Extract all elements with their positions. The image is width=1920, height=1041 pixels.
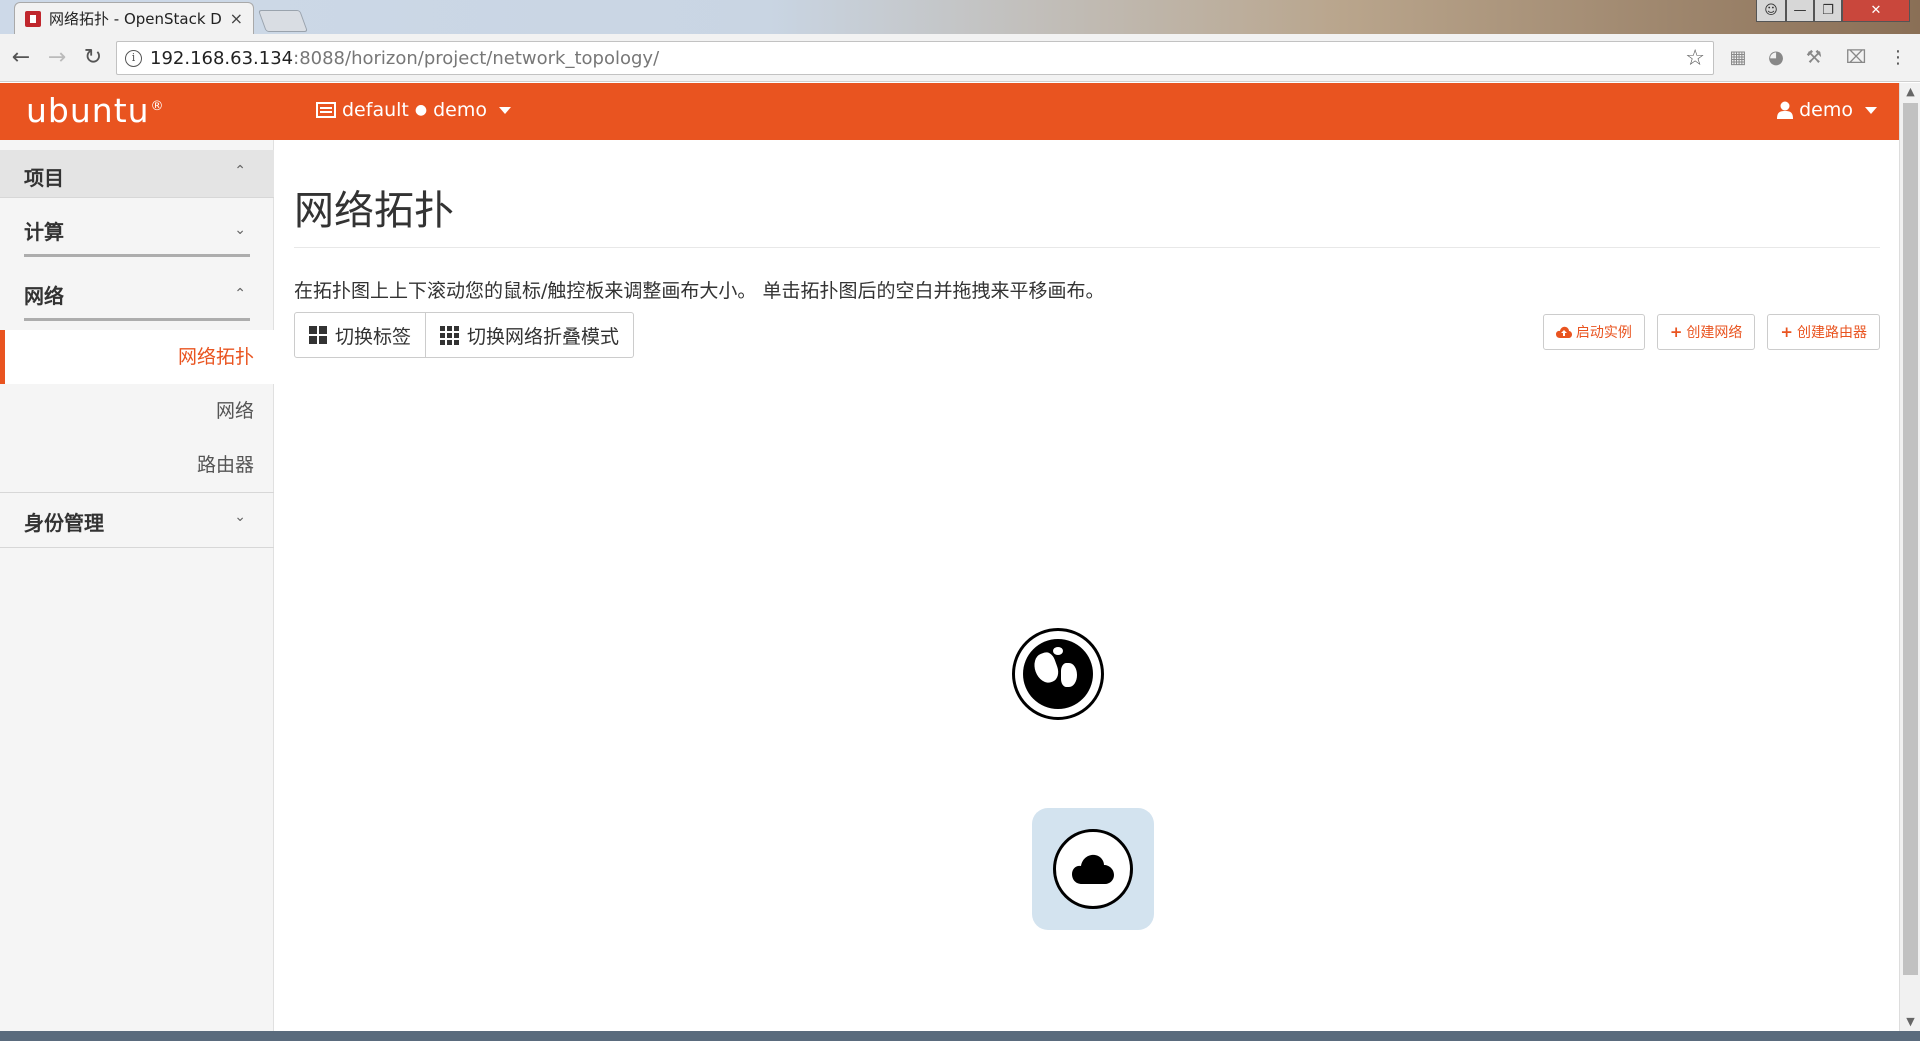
sidebar-group-project[interactable]: 项目 ⌃ [0,150,274,198]
launch-instance-button[interactable]: 启动实例 [1542,314,1645,350]
url-path: :8088/horizon/project/network_topology/ [293,47,660,69]
tools-extension-icon[interactable]: ⚒ [1802,47,1826,69]
minimize-button[interactable]: — [1786,0,1814,22]
toggle-collapse-button[interactable]: 切换网络折叠模式 [426,312,635,358]
sidebar-group-label: 身份管理 [24,511,104,535]
project-separator: ● [414,102,428,118]
plus-icon: + [1669,323,1683,341]
forward-icon[interactable]: → [44,45,70,71]
cloud-upload-icon [1555,326,1572,338]
sidebar-group-label: 计算 [24,220,64,244]
browser-titlebar: 网络拓扑 - OpenStack D × ☺ — ❐ ✕ [0,0,1920,34]
scroll-up-icon[interactable]: ▲ [1900,83,1920,101]
divider [24,318,250,321]
url-host: 192.168.63.134 [150,47,294,69]
sidebar-group-network[interactable]: 网络 ⌃ [0,266,274,326]
toggle-labels-button[interactable]: 切换标签 [294,312,427,358]
page-scrollbar[interactable]: ▲ ▼ [1899,83,1920,1031]
chevron-down-icon: ⌄ [234,222,246,238]
cloud-icon [1072,854,1114,884]
button-label: 切换网络折叠模式 [467,325,620,348]
button-label: 启动实例 [1575,325,1632,341]
user-name: demo [1799,99,1853,121]
chevron-up-icon: ⌃ [234,163,246,179]
create-network-button[interactable]: + 创建网络 [1656,314,1756,350]
logo-mark: ® [150,99,165,114]
create-router-button[interactable]: + 创建路由器 [1767,314,1880,350]
close-window-button[interactable]: ✕ [1842,0,1910,22]
logo-text: ubuntu [26,91,150,130]
plus-icon: + [1780,323,1793,341]
sidebar-group-label: 项目 [24,166,64,190]
external-network-node[interactable] [1012,628,1104,720]
divider [24,254,250,257]
th-large-icon [309,326,327,344]
browser-toolbar: ← → ↻ i 192.168.63.134:8088/horizon/proj… [0,34,1920,82]
topology-actions: 启动实例 + 创建网络 + 创建路由器 [1542,314,1880,350]
button-label: 切换标签 [335,325,412,348]
tab-close-icon[interactable]: × [230,9,243,28]
button-label: 创建路由器 [1797,325,1867,341]
router-node[interactable] [1032,808,1154,930]
help-text: 在拓扑图上上下滚动您的鼠标/触控板来调整画布大小。 单击拓扑图后的空白并拖拽来平… [294,280,1105,302]
sidebar-item-routers[interactable]: 路由器 [0,438,274,492]
os-taskbar [0,1031,1920,1041]
user-icon [1777,101,1794,119]
th-icon [440,325,460,345]
chevron-down-icon [498,106,511,114]
globe-icon [1023,639,1093,709]
sidebar-group-compute[interactable]: 计算 ⌄ [0,202,274,262]
scroll-down-icon[interactable]: ▼ [1900,1013,1920,1031]
app-header: ubuntu® default ● demo demo [0,83,1899,140]
address-bar[interactable]: i 192.168.63.134:8088/horizon/project/ne… [116,41,1714,75]
project-domain: default [342,99,409,121]
sidebar-group-identity[interactable]: 身份管理 ⌄ [0,492,274,548]
page-title: 网络拓扑 [294,188,454,234]
project-list-icon [316,102,336,118]
reload-icon[interactable]: ↻ [80,45,106,71]
user-menu[interactable]: demo [1777,99,1877,121]
router-node-ring [1053,829,1133,909]
maximize-button[interactable]: ❐ [1814,0,1842,22]
main-content: 网络拓扑 在拓扑图上上下滚动您的鼠标/触控板来调整画布大小。 单击拓扑图后的空白… [294,140,1880,1031]
site-info-icon[interactable]: i [125,49,142,67]
browser-tab[interactable]: 网络拓扑 - OpenStack D × [14,2,254,34]
button-label: 创建网络 [1686,325,1743,341]
back-icon[interactable]: ← [8,45,34,71]
bookmark-star-icon[interactable]: ☆ [1685,46,1705,71]
chevron-down-icon [1865,106,1877,114]
ubuntu-logo[interactable]: ubuntu® [26,91,165,130]
openstack-favicon-icon [25,10,41,27]
screenshot-extension-icon[interactable]: ⌧ [1844,47,1868,69]
headphones-extension-icon[interactable]: ◕ [1764,47,1788,69]
profile-icon[interactable]: ☺ [1756,0,1786,22]
chevron-up-icon: ⌃ [234,286,246,302]
tab-title: 网络拓扑 - OpenStack D [49,10,222,28]
topology-canvas[interactable] [294,370,1880,1030]
project-selector[interactable]: default ● demo [316,99,511,121]
sidebar-group-label: 网络 [24,284,64,308]
menu-dots-icon[interactable]: ⋮ [1886,47,1910,69]
sidebar: 项目 ⌃ 计算 ⌄ 网络 ⌃ 网络拓扑 网络 路由器 身份管理 ⌄ [0,140,274,1031]
pdf-extension-icon[interactable]: ▦ [1726,47,1750,69]
new-tab-button[interactable] [257,10,309,32]
view-toggle-group: 切换标签 切换网络折叠模式 [294,312,635,358]
chevron-down-icon: ⌄ [234,509,246,525]
project-name: demo [433,99,487,121]
sidebar-item-networks[interactable]: 网络 [0,384,274,438]
sidebar-item-network-topology[interactable]: 网络拓扑 [0,330,274,384]
scrollbar-thumb[interactable] [1903,103,1918,975]
divider [294,247,1880,248]
